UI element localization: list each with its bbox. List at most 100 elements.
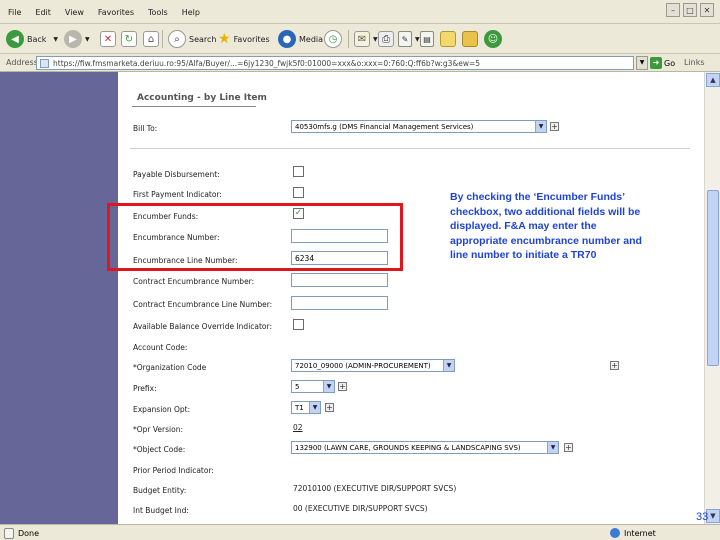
chevron-down-icon[interactable]: ▼ xyxy=(309,402,320,413)
prefix-select[interactable]: 5 ▼ xyxy=(291,380,335,393)
search-button[interactable]: ⌕ Search xyxy=(168,28,216,50)
messenger-icon: ☺ xyxy=(484,30,502,48)
object-code-select[interactable]: 132900 (LAWN CARE, GROUNDS KEEPING & LAN… xyxy=(291,441,559,454)
chevron-down-icon[interactable]: ▼ xyxy=(373,36,378,43)
back-arrow-icon: ◀ xyxy=(6,30,24,48)
go-label: Go xyxy=(664,58,676,68)
prefix-label: Prefix: xyxy=(133,384,157,393)
browser-toolbar: ◀ Back ▼ ▶ ▼ ✕ ↻ ⌂ ⌕ Search ★ Favorites … xyxy=(0,24,720,54)
left-sidebar xyxy=(0,72,118,524)
edit-document-icon: ✎ xyxy=(398,31,412,47)
prior-period-indicator-label: Prior Period Indicator: xyxy=(133,466,214,475)
object-code-label: *Object Code: xyxy=(133,445,186,454)
sticky-note-icon xyxy=(440,31,456,47)
forward-button[interactable]: ▶ ▼ xyxy=(64,28,90,50)
links-button[interactable]: Links xyxy=(684,58,705,67)
opr-version-value[interactable]: 02 xyxy=(293,423,303,432)
address-value: https://fiw.fmsmarketa.deriuu.ro:95/Alfa… xyxy=(53,59,481,68)
available-balance-override-label: Available Balance Override Indicator: xyxy=(133,322,272,331)
zone-text: Internet xyxy=(624,528,656,538)
go-button[interactable]: ➜ Go xyxy=(650,56,675,70)
chevron-down-icon[interactable]: ▼ xyxy=(415,36,420,43)
menu-edit[interactable]: Edit xyxy=(35,8,51,17)
add-icon[interactable]: + xyxy=(338,382,347,391)
budget-entity-value: 72010100 (EXECUTIVE DIR/SUPPORT SVCS) xyxy=(293,484,457,493)
organization-code-value: 72010_09000 (ADMIN-PROCUREMENT) xyxy=(295,362,431,370)
menu-tools[interactable]: Tools xyxy=(148,8,168,17)
mail-button[interactable]: ✉ ▼ xyxy=(354,28,378,50)
chevron-down-icon[interactable]: ▼ xyxy=(323,381,334,392)
payable-disbursement-label: Payable Disbursement: xyxy=(133,170,220,179)
search-icon: ⌕ xyxy=(168,30,186,48)
contract-encumbrance-number-input[interactable] xyxy=(291,273,388,287)
media-button[interactable]: ● Media xyxy=(278,28,323,50)
back-label: Back xyxy=(27,34,47,44)
mail-icon: ✉ xyxy=(354,31,370,47)
address-dropdown-button[interactable]: ▼ xyxy=(636,56,648,70)
favorites-button[interactable]: ★ Favorites xyxy=(218,28,270,50)
refresh-button[interactable]: ↻ xyxy=(121,28,137,50)
print-icon: ⎙ xyxy=(378,31,394,47)
organization-code-label: *Organization Code xyxy=(133,363,207,372)
budget-entity-label: Budget Entity: xyxy=(133,486,187,495)
bill-to-value: 40530mfs.g (DMS Financial Management Ser… xyxy=(295,123,474,131)
first-payment-indicator-checkbox[interactable] xyxy=(293,187,304,198)
menu-list: File Edit View Favorites Tools Help xyxy=(8,8,200,17)
globe-icon xyxy=(610,528,620,538)
contract-encumbrance-line-number-input[interactable] xyxy=(291,296,388,310)
menu-file[interactable]: File xyxy=(8,8,21,17)
first-payment-indicator-label: First Payment Indicator: xyxy=(133,190,222,199)
add-icon[interactable]: + xyxy=(325,403,334,412)
stop-button[interactable]: ✕ xyxy=(100,28,116,50)
chevron-down-icon[interactable]: ▼ xyxy=(535,121,546,132)
status-left: Done xyxy=(4,528,39,539)
address-input[interactable]: https://fiw.fmsmarketa.deriuu.ro:95/Alfa… xyxy=(36,56,634,70)
chevron-down-icon[interactable]: ▼ xyxy=(547,442,558,453)
chevron-down-icon[interactable]: ▼ xyxy=(53,36,58,43)
payable-disbursement-checkbox[interactable] xyxy=(293,166,304,177)
back-button[interactable]: ◀ Back ▼ xyxy=(6,28,58,50)
status-zone: Internet xyxy=(610,528,656,538)
maximize-icon[interactable]: □ xyxy=(683,3,697,17)
bill-to-select[interactable]: 40530mfs.g (DMS Financial Management Ser… xyxy=(291,120,547,133)
history-button[interactable]: ◷ xyxy=(324,28,342,50)
expansion-opt-label: Expansion Opt: xyxy=(133,405,191,414)
page-content xyxy=(118,72,704,524)
address-label: Address xyxy=(6,58,38,67)
research-button[interactable] xyxy=(462,28,478,50)
instruction-callout: By checking the ‘Encumber Funds’ checkbo… xyxy=(450,191,642,261)
account-code-label: Account Code: xyxy=(133,343,188,352)
scrollbar-thumb[interactable] xyxy=(707,190,719,366)
menu-help[interactable]: Help xyxy=(182,8,200,17)
vertical-scrollbar[interactable]: ▲ ▼ xyxy=(704,72,720,524)
menu-favorites[interactable]: Favorites xyxy=(98,8,134,17)
object-code-value: 132900 (LAWN CARE, GROUNDS KEEPING & LAN… xyxy=(295,444,521,452)
scroll-up-icon[interactable]: ▲ xyxy=(706,73,720,87)
toolbar-divider xyxy=(348,30,349,48)
menu-view[interactable]: View xyxy=(65,8,84,17)
section-underline xyxy=(132,106,256,107)
add-icon[interactable]: + xyxy=(610,361,619,370)
minimize-icon[interactable]: – xyxy=(666,3,680,17)
chevron-down-icon[interactable]: ▼ xyxy=(443,360,454,371)
add-icon[interactable]: + xyxy=(550,122,559,131)
search-label: Search xyxy=(189,34,217,44)
print-button[interactable]: ⎙ xyxy=(378,28,394,50)
organization-code-select[interactable]: 72010_09000 (ADMIN-PROCUREMENT) ▼ xyxy=(291,359,455,372)
home-button[interactable]: ⌂ xyxy=(143,28,159,50)
bill-to-label: Bill To: xyxy=(133,124,158,133)
expansion-opt-select[interactable]: T1 ▼ xyxy=(291,401,321,414)
chevron-down-icon[interactable]: ▼ xyxy=(85,36,90,43)
add-icon[interactable]: + xyxy=(564,443,573,452)
available-balance-override-checkbox[interactable] xyxy=(293,319,304,330)
int-budget-ind-value: 00 (EXECUTIVE DIR/SUPPORT SVCS) xyxy=(293,504,428,513)
discuss-button[interactable]: ▤ xyxy=(420,28,434,50)
close-icon[interactable]: ✕ xyxy=(700,3,714,17)
edit-button[interactable]: ✎ ▼ xyxy=(398,28,420,50)
favorites-label: Favorites xyxy=(233,34,270,44)
messenger-button[interactable]: ☺ xyxy=(484,28,502,50)
status-bar: Done Internet xyxy=(0,524,720,540)
contract-encumbrance-line-number-label: Contract Encumbrance Line Number: xyxy=(133,300,273,309)
stop-icon: ✕ xyxy=(100,31,116,47)
notes-button[interactable] xyxy=(440,28,456,50)
